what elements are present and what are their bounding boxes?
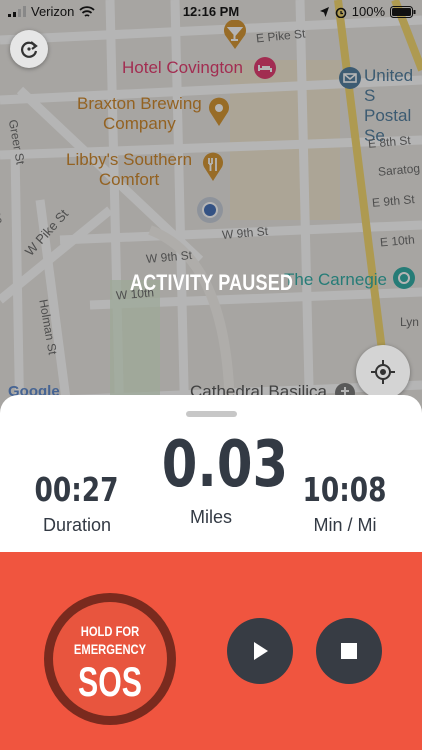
sos-line1: HOLD FOR (80, 623, 140, 639)
activity-paused-label: ACTIVITY PAUSED (129, 270, 293, 295)
emergency-sos-button[interactable]: HOLD FOR EMERGENCY SOS (44, 593, 176, 725)
stop-button[interactable] (316, 618, 382, 684)
status-bar: Verizon 12:16 PM 100% (0, 0, 422, 22)
stats-sheet[interactable]: 00:27 Duration 0.03 Miles 10:08 Min / Mi (0, 395, 422, 560)
sos-line3: SOS (78, 658, 142, 705)
duration-value: 00:27 (34, 470, 120, 509)
reset-button[interactable] (10, 30, 48, 68)
battery-icon (390, 5, 416, 18)
duration-label: Duration (42, 515, 112, 535)
pace-label: Min / Mi (313, 515, 377, 535)
drag-handle[interactable] (186, 411, 237, 417)
location-arrow-icon (319, 6, 329, 17)
distance-label: Miles (189, 507, 232, 527)
alarm-icon (335, 7, 347, 18)
duration-stat: 00:27 Duration (22, 470, 132, 536)
pace-stat: 10:08 Min / Mi (290, 470, 400, 536)
battery-percent: 100% (351, 4, 385, 19)
activity-paused-banner: ACTIVITY PAUSED (0, 270, 422, 296)
map-view[interactable]: Hotel Covington Braxton Brewing Company … (0, 0, 422, 430)
distance-value: 0.03 (161, 428, 289, 502)
recenter-button[interactable] (356, 345, 410, 399)
crosshair-icon (371, 360, 395, 384)
pace-value: 10:08 (302, 470, 388, 509)
play-icon (254, 642, 268, 660)
resume-button[interactable] (227, 618, 293, 684)
refresh-icon (21, 41, 38, 58)
stop-icon (341, 643, 357, 659)
sos-line2: EMERGENCY (73, 641, 147, 657)
distance-stat: 0.03 Miles (146, 429, 288, 528)
